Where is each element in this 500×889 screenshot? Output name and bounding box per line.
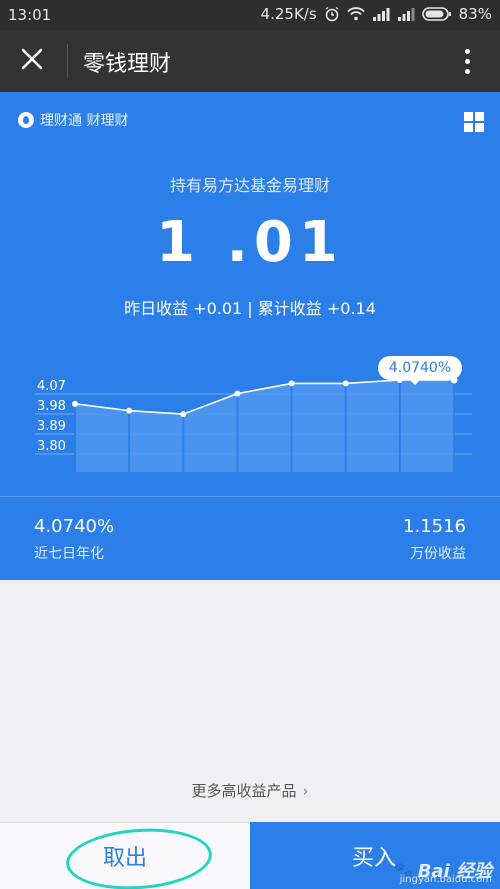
signal-icon xyxy=(372,7,390,21)
annualized-yield: 4.0740% 近七日年化 xyxy=(34,516,114,563)
balance-amount: 1 .01 xyxy=(156,210,344,275)
data-point xyxy=(342,380,349,387)
title-bar: 零钱理财 xyxy=(0,30,500,92)
data-point xyxy=(72,400,78,407)
annotation-circle xyxy=(64,823,214,889)
watermark: 🐾 Bai 经验 jingyan.baidu.com xyxy=(394,857,492,886)
earnings-summary: 昨日收益 +0.01 | 累计收益 +0.14 xyxy=(124,299,376,318)
brand-label: 理财通 财理财 xyxy=(40,113,129,129)
y-tick-label: 4.07 xyxy=(37,379,66,394)
per-10k-label: 万份收益 xyxy=(410,546,466,562)
y-tick-label: 3.80 xyxy=(37,439,66,454)
wifi-icon xyxy=(347,7,365,21)
more-products-label: 更多高收益产品 xyxy=(191,782,297,800)
chevron-right-icon: › xyxy=(302,782,309,800)
watermark-sub: jingyan.baidu.com xyxy=(399,874,492,885)
more-products-link[interactable]: 更多高收益产品 › xyxy=(0,780,500,801)
grid-icon[interactable] xyxy=(464,112,484,132)
y-tick-label: 3.89 xyxy=(37,419,66,434)
status-time: 13:01 xyxy=(8,6,52,24)
battery-icon xyxy=(421,7,452,21)
data-point xyxy=(126,407,133,414)
network-speed: 4.25K/s xyxy=(260,5,317,23)
annualized-label: 近七日年化 xyxy=(34,546,104,562)
more-dot-icon xyxy=(464,68,470,74)
buy-button[interactable]: 买入 🐾 Bai 经验 jingyan.baidu.com xyxy=(250,822,500,889)
battery-percent: 83% xyxy=(458,5,492,23)
status-bar: 13:01 4.25K/s 83% xyxy=(0,0,500,30)
y-tick-label: 3.98 xyxy=(37,399,66,414)
data-point xyxy=(234,390,241,397)
close-icon xyxy=(20,47,44,75)
data-point xyxy=(180,411,187,418)
highlight-bubble: 4.0740% xyxy=(378,356,462,385)
brand-header[interactable]: 理财通 财理财 xyxy=(18,110,128,130)
close-button[interactable] xyxy=(14,44,50,78)
annualized-value: 4.0740% xyxy=(34,516,115,537)
more-dot-icon xyxy=(464,48,470,54)
fund-summary-panel: 理财通 财理财 持有易方达基金易理财 1 .01 昨日收益 +0.01 | 累计… xyxy=(0,92,500,580)
licaitong-logo-icon xyxy=(18,112,34,128)
title-divider xyxy=(67,44,68,78)
signal-icon-2 xyxy=(397,7,415,21)
stats-divider xyxy=(0,496,500,497)
status-indicators: 4.25K/s 83% xyxy=(261,5,492,23)
more-dot-icon xyxy=(464,58,470,64)
more-menu-button[interactable] xyxy=(452,44,482,78)
bottom-action-bar: 取出 买入 🐾 Bai 经验 jingyan.baidu.com xyxy=(0,822,500,889)
page-title: 零钱理财 xyxy=(83,52,172,77)
per-10k-value: 1.1516 xyxy=(403,516,466,537)
per-10k-earnings: 1.1516 万份收益 xyxy=(403,516,466,563)
buy-label: 买入 xyxy=(352,845,397,871)
data-point xyxy=(288,380,295,387)
withdraw-button[interactable]: 取出 xyxy=(0,822,250,889)
yield-chart: 4.07 3.98 3.89 3.80 4.0740% xyxy=(0,350,500,480)
alarm-icon xyxy=(324,6,340,22)
fund-name: 持有易方达基金易理财 xyxy=(169,176,330,195)
